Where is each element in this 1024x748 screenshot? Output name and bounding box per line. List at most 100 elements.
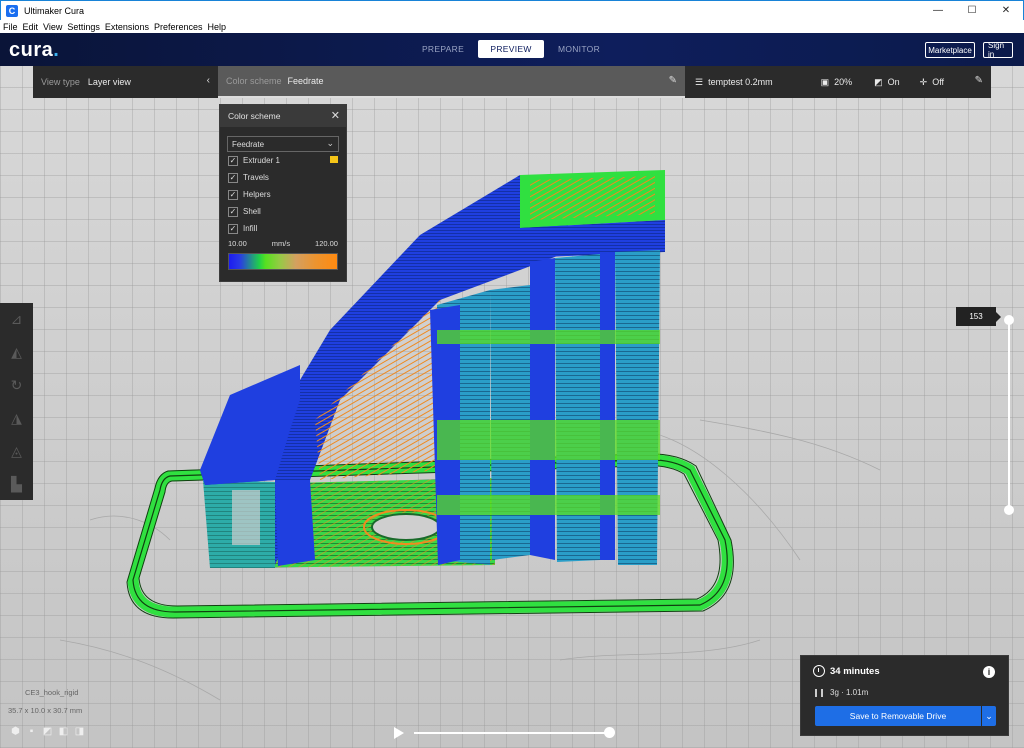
chevron-left-icon: ‹ — [206, 75, 210, 86]
menu-preferences[interactable]: Preferences — [154, 22, 203, 32]
stage-tabs: PREPARE PREVIEW MONITOR — [410, 40, 612, 58]
color-scheme-selector[interactable]: Color scheme Feedrate ✎ — [218, 66, 685, 98]
layer-view-model — [59, 170, 881, 701]
option-label: Travels — [243, 173, 269, 182]
object-name: CE3_hook_rigid — [25, 688, 79, 697]
front-view-icon[interactable]: ▪ — [26, 726, 37, 737]
layer-slider-top-handle[interactable] — [1004, 315, 1014, 325]
save-to-removable-drive-button[interactable]: Save to Removable Drive — [815, 706, 981, 726]
pencil-icon: ✎ — [668, 75, 677, 86]
window-title: Ultimaker Cura — [24, 5, 85, 16]
option-label: Helpers — [243, 190, 271, 199]
left-view-icon[interactable]: ◧ — [58, 726, 69, 737]
tab-preview[interactable]: PREVIEW — [478, 40, 544, 58]
infill-value: 20% — [834, 77, 853, 87]
layer-slider-bottom-handle[interactable] — [1004, 505, 1014, 515]
checkbox[interactable]: ✓ — [228, 189, 238, 200]
object-dimensions: 35.7 x 10.0 x 30.7 mm — [8, 706, 83, 715]
feedrate-range-labels: 10.00 mm/s 120.00 — [228, 239, 338, 248]
window-title-bar: C Ultimaker Cura — ☐ ✕ — [0, 0, 1024, 20]
layer-playback-bar — [394, 726, 624, 740]
print-info-panel: 34 minutes i 3g · 1.01m Save to Removabl… — [800, 655, 1009, 736]
option-travels[interactable]: ✓ Travels — [228, 169, 346, 186]
menu-file[interactable]: File — [3, 22, 18, 32]
minimize-button[interactable]: — — [921, 1, 955, 20]
cura-logo: cura. — [9, 39, 60, 61]
option-shell[interactable]: ✓ Shell — [228, 203, 346, 220]
adhesion-value: Off — [932, 77, 945, 87]
checkbox[interactable]: ✓ — [228, 206, 238, 217]
checkbox[interactable]: ✓ — [228, 223, 238, 234]
print-time: 34 minutes — [830, 665, 880, 677]
feedrate-gradient-legend — [228, 253, 338, 270]
rotate-tool-icon[interactable]: ↻ — [0, 369, 33, 402]
extruder-color-swatch — [330, 156, 338, 163]
dropdown-value: Feedrate — [232, 139, 265, 149]
option-infill[interactable]: ✓ Infill — [228, 220, 346, 237]
app-header: cura. PREPARE PREVIEW MONITOR Marketplac… — [0, 33, 1024, 66]
color-scheme-value: Feedrate — [287, 76, 324, 86]
option-extruder-1[interactable]: ✓ Extruder 1 — [228, 152, 346, 169]
clock-icon — [813, 665, 825, 677]
info-icon[interactable]: i — [983, 666, 995, 678]
close-window-button[interactable]: ✕ — [989, 1, 1023, 20]
material-usage: 3g · 1.01m — [830, 688, 869, 697]
support-value: On — [887, 77, 900, 87]
range-unit: mm/s — [271, 239, 291, 248]
chevron-down-icon[interactable]: ⌄ — [982, 706, 996, 726]
menu-help[interactable]: Help — [207, 22, 226, 32]
support-blocker-icon[interactable]: ▙ — [0, 468, 33, 501]
view-type-value: Layer view — [87, 77, 131, 87]
pencil-icon: ✎ — [974, 75, 983, 86]
menu-view[interactable]: View — [43, 22, 62, 32]
option-label: Extruder 1 — [243, 156, 280, 165]
chevron-down-icon: ⌄ — [326, 138, 334, 148]
marketplace-button[interactable]: Marketplace — [925, 42, 975, 58]
spool-icon — [815, 688, 823, 697]
menu-edit[interactable]: Edit — [23, 22, 39, 32]
play-icon[interactable] — [394, 727, 404, 739]
layer-number-tooltip: 153 — [956, 307, 1001, 326]
path-slider-track[interactable] — [414, 732, 608, 734]
right-view-icon[interactable]: ◨ — [74, 726, 85, 737]
menu-bar: File Edit View Settings Extensions Prefe… — [0, 20, 1024, 33]
move-tool-icon[interactable]: ⊿ — [0, 303, 33, 336]
per-model-settings-icon[interactable]: ◬ — [0, 435, 33, 468]
checkbox[interactable]: ✓ — [228, 155, 238, 166]
color-scheme-dropdown[interactable]: Feedrate ⌄ — [227, 136, 339, 152]
view-type-label: View type — [41, 77, 80, 87]
option-label: Infill — [243, 224, 258, 233]
tab-monitor[interactable]: MONITOR — [546, 40, 612, 58]
layer-slider-track[interactable] — [1008, 319, 1010, 511]
checkbox[interactable]: ✓ — [228, 172, 238, 183]
profile-icon: ☰ — [695, 76, 704, 87]
color-scheme-label: Color scheme — [226, 76, 282, 86]
scale-tool-icon[interactable]: ◭ — [0, 336, 33, 369]
range-min: 10.00 — [228, 239, 247, 248]
3d-view-icon[interactable]: ⬢ — [10, 726, 21, 737]
camera-view-buttons: ⬢ ▪ ◩ ◧ ◨ — [10, 726, 85, 737]
view-control-bar: View type Layer view ‹ Color scheme Feed… — [33, 66, 991, 98]
3d-viewport[interactable] — [0, 66, 1024, 748]
close-icon[interactable]: ✕ — [331, 109, 340, 122]
layer-slider[interactable] — [1004, 315, 1014, 515]
top-view-icon[interactable]: ◩ — [42, 726, 53, 737]
cura-app-icon: C — [6, 4, 18, 17]
print-settings-selector[interactable]: ☰ temptest 0.2mm ▣ 20% ◩ On ✛ Off ✎ — [685, 66, 991, 98]
range-max: 120.00 — [315, 239, 338, 248]
color-scheme-panel: Color scheme ✕ Feedrate ⌄ ✓ Extruder 1 ✓… — [219, 104, 347, 282]
maximize-button[interactable]: ☐ — [955, 1, 989, 20]
panel-title: Color scheme — [228, 111, 281, 121]
tab-prepare[interactable]: PREPARE — [410, 40, 476, 58]
option-label: Shell — [243, 207, 261, 216]
left-toolbar: ⊿ ◭ ↻ ◮ ◬ ▙ — [0, 303, 33, 500]
support-icon: ◩ — [874, 76, 883, 87]
sign-in-button[interactable]: Sign in — [983, 41, 1013, 59]
menu-settings[interactable]: Settings — [67, 22, 100, 32]
mirror-tool-icon[interactable]: ◮ — [0, 402, 33, 435]
path-slider-handle[interactable] — [604, 727, 615, 738]
menu-extensions[interactable]: Extensions — [105, 22, 149, 32]
option-helpers[interactable]: ✓ Helpers — [228, 186, 346, 203]
view-type-selector[interactable]: View type Layer view ‹ — [33, 66, 218, 98]
profile-name: temptest 0.2mm — [708, 77, 773, 87]
